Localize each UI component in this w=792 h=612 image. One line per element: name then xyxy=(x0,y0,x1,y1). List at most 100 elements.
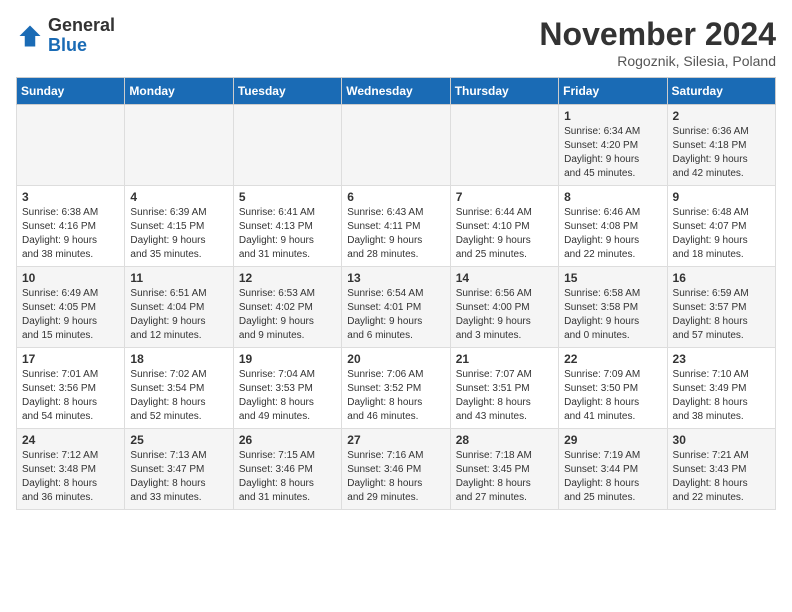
day-info: Sunrise: 6:58 AM Sunset: 3:58 PM Dayligh… xyxy=(564,287,661,343)
week-row-2: 3Sunrise: 6:38 AM Sunset: 4:16 PM Daylig… xyxy=(17,186,776,267)
day-number: 21 xyxy=(456,352,553,366)
day-info: Sunrise: 7:18 AM Sunset: 3:45 PM Dayligh… xyxy=(456,449,553,505)
calendar-cell: 20Sunrise: 7:06 AM Sunset: 3:52 PM Dayli… xyxy=(342,348,450,429)
day-info: Sunrise: 7:16 AM Sunset: 3:46 PM Dayligh… xyxy=(347,449,444,505)
calendar-table: SundayMondayTuesdayWednesdayThursdayFrid… xyxy=(16,77,776,510)
day-info: Sunrise: 7:09 AM Sunset: 3:50 PM Dayligh… xyxy=(564,368,661,424)
week-row-1: 1Sunrise: 6:34 AM Sunset: 4:20 PM Daylig… xyxy=(17,105,776,186)
day-info: Sunrise: 7:10 AM Sunset: 3:49 PM Dayligh… xyxy=(673,368,770,424)
day-number: 11 xyxy=(130,271,227,285)
calendar-cell: 22Sunrise: 7:09 AM Sunset: 3:50 PM Dayli… xyxy=(559,348,667,429)
calendar-cell xyxy=(125,105,233,186)
logo-icon xyxy=(16,22,44,50)
day-info: Sunrise: 7:19 AM Sunset: 3:44 PM Dayligh… xyxy=(564,449,661,505)
logo-general: General xyxy=(48,15,115,35)
calendar-cell: 29Sunrise: 7:19 AM Sunset: 3:44 PM Dayli… xyxy=(559,429,667,510)
weekday-header-row: SundayMondayTuesdayWednesdayThursdayFrid… xyxy=(17,78,776,105)
calendar-cell: 18 Sunrise: 7:02 AM Sunset: 3:54 PM Dayli… xyxy=(125,348,233,429)
day-info: Sunrise: 7:01 AM Sunset: 3:56 PM Dayligh… xyxy=(22,368,119,424)
calendar-cell xyxy=(233,105,341,186)
day-number: 8 xyxy=(564,190,661,204)
day-info: Sunrise: 6:34 AM Sunset: 4:20 PM Dayligh… xyxy=(564,125,661,181)
day-info: Sunrise: 6:36 AM Sunset: 4:18 PM Dayligh… xyxy=(673,125,770,181)
calendar-cell: 27 Sunrise: 7:16 AM Sunset: 3:46 PM Dayli… xyxy=(342,429,450,510)
calendar-cell: 7Sunrise: 6:44 AM Sunset: 4:10 PM Daylig… xyxy=(450,186,558,267)
weekday-header-friday: Friday xyxy=(559,78,667,105)
title-block: November 2024 Rogoznik, Silesia, Poland xyxy=(539,16,776,69)
day-number: 9 xyxy=(673,190,770,204)
day-number: 6 xyxy=(347,190,444,204)
day-info: Sunrise: 7:15 AM Sunset: 3:46 PM Dayligh… xyxy=(239,449,336,505)
day-number: 12 xyxy=(239,271,336,285)
calendar-cell: 25 Sunrise: 7:13 AM Sunset: 3:47 PM Dayli… xyxy=(125,429,233,510)
day-number: 18 xyxy=(130,352,227,366)
weekday-header-thursday: Thursday xyxy=(450,78,558,105)
day-number: 14 xyxy=(456,271,553,285)
day-info: Sunrise: 7:13 AM Sunset: 3:47 PM Dayligh… xyxy=(130,449,227,505)
calendar-cell: 5Sunrise: 6:41 AM Sunset: 4:13 PM Daylig… xyxy=(233,186,341,267)
day-number: 10 xyxy=(22,271,119,285)
day-info: Sunrise: 7:21 AM Sunset: 3:43 PM Dayligh… xyxy=(673,449,770,505)
week-row-4: 17 Sunrise: 7:01 AM Sunset: 3:56 PM Dayli… xyxy=(17,348,776,429)
day-number: 2 xyxy=(673,109,770,123)
calendar-cell: 21 Sunrise: 7:07 AM Sunset: 3:51 PM Dayli… xyxy=(450,348,558,429)
calendar-cell: 23 Sunrise: 7:10 AM Sunset: 3:49 PM Dayli… xyxy=(667,348,775,429)
day-info: Sunrise: 6:49 AM Sunset: 4:05 PM Dayligh… xyxy=(22,287,119,343)
calendar-cell: 28 Sunrise: 7:18 AM Sunset: 3:45 PM Dayli… xyxy=(450,429,558,510)
logo-blue: Blue xyxy=(48,35,87,55)
day-number: 28 xyxy=(456,433,553,447)
day-info: Sunrise: 6:39 AM Sunset: 4:15 PM Dayligh… xyxy=(130,206,227,262)
day-info: Sunrise: 6:51 AM Sunset: 4:04 PM Dayligh… xyxy=(130,287,227,343)
calendar-cell: 6Sunrise: 6:43 AM Sunset: 4:11 PM Daylig… xyxy=(342,186,450,267)
calendar-cell: 24Sunrise: 7:12 AM Sunset: 3:48 PM Dayli… xyxy=(17,429,125,510)
day-number: 23 xyxy=(673,352,770,366)
calendar-cell xyxy=(450,105,558,186)
calendar-cell: 10 Sunrise: 6:49 AM Sunset: 4:05 PM Dayli… xyxy=(17,267,125,348)
calendar-cell: 13 Sunrise: 6:54 AM Sunset: 4:01 PM Dayli… xyxy=(342,267,450,348)
day-number: 19 xyxy=(239,352,336,366)
calendar-cell: 3Sunrise: 6:38 AM Sunset: 4:16 PM Daylig… xyxy=(17,186,125,267)
weekday-header-sunday: Sunday xyxy=(17,78,125,105)
day-number: 27 xyxy=(347,433,444,447)
week-row-5: 24Sunrise: 7:12 AM Sunset: 3:48 PM Dayli… xyxy=(17,429,776,510)
calendar-cell xyxy=(342,105,450,186)
calendar-cell: 26 Sunrise: 7:15 AM Sunset: 3:46 PM Dayli… xyxy=(233,429,341,510)
day-info: Sunrise: 7:02 AM Sunset: 3:54 PM Dayligh… xyxy=(130,368,227,424)
weekday-header-monday: Monday xyxy=(125,78,233,105)
day-number: 13 xyxy=(347,271,444,285)
day-info: Sunrise: 6:46 AM Sunset: 4:08 PM Dayligh… xyxy=(564,206,661,262)
day-number: 17 xyxy=(22,352,119,366)
day-number: 30 xyxy=(673,433,770,447)
calendar-cell: 15Sunrise: 6:58 AM Sunset: 3:58 PM Dayli… xyxy=(559,267,667,348)
day-info: Sunrise: 7:04 AM Sunset: 3:53 PM Dayligh… xyxy=(239,368,336,424)
calendar-cell xyxy=(17,105,125,186)
month-year-title: November 2024 xyxy=(539,16,776,53)
day-number: 26 xyxy=(239,433,336,447)
day-info: Sunrise: 6:59 AM Sunset: 3:57 PM Dayligh… xyxy=(673,287,770,343)
weekday-header-wednesday: Wednesday xyxy=(342,78,450,105)
day-info: Sunrise: 6:44 AM Sunset: 4:10 PM Dayligh… xyxy=(456,206,553,262)
day-info: Sunrise: 7:07 AM Sunset: 3:51 PM Dayligh… xyxy=(456,368,553,424)
day-info: Sunrise: 6:54 AM Sunset: 4:01 PM Dayligh… xyxy=(347,287,444,343)
day-number: 25 xyxy=(130,433,227,447)
calendar-cell: 1Sunrise: 6:34 AM Sunset: 4:20 PM Daylig… xyxy=(559,105,667,186)
calendar-cell: 4 Sunrise: 6:39 AM Sunset: 4:15 PM Daylig… xyxy=(125,186,233,267)
page-header: General Blue November 2024 Rogoznik, Sil… xyxy=(16,16,776,69)
calendar-cell: 17 Sunrise: 7:01 AM Sunset: 3:56 PM Dayli… xyxy=(17,348,125,429)
day-info: Sunrise: 6:48 AM Sunset: 4:07 PM Dayligh… xyxy=(673,206,770,262)
weekday-header-tuesday: Tuesday xyxy=(233,78,341,105)
logo-text: General Blue xyxy=(48,16,115,56)
day-info: Sunrise: 6:41 AM Sunset: 4:13 PM Dayligh… xyxy=(239,206,336,262)
day-info: Sunrise: 7:06 AM Sunset: 3:52 PM Dayligh… xyxy=(347,368,444,424)
calendar-cell: 2 Sunrise: 6:36 AM Sunset: 4:18 PM Daylig… xyxy=(667,105,775,186)
day-info: Sunrise: 6:38 AM Sunset: 4:16 PM Dayligh… xyxy=(22,206,119,262)
location-subtitle: Rogoznik, Silesia, Poland xyxy=(539,53,776,69)
calendar-cell: 19 Sunrise: 7:04 AM Sunset: 3:53 PM Dayli… xyxy=(233,348,341,429)
day-number: 4 xyxy=(130,190,227,204)
day-info: Sunrise: 7:12 AM Sunset: 3:48 PM Dayligh… xyxy=(22,449,119,505)
logo: General Blue xyxy=(16,16,115,56)
calendar-cell: 12Sunrise: 6:53 AM Sunset: 4:02 PM Dayli… xyxy=(233,267,341,348)
calendar-cell: 14Sunrise: 6:56 AM Sunset: 4:00 PM Dayli… xyxy=(450,267,558,348)
calendar-cell: 9 Sunrise: 6:48 AM Sunset: 4:07 PM Daylig… xyxy=(667,186,775,267)
day-number: 16 xyxy=(673,271,770,285)
